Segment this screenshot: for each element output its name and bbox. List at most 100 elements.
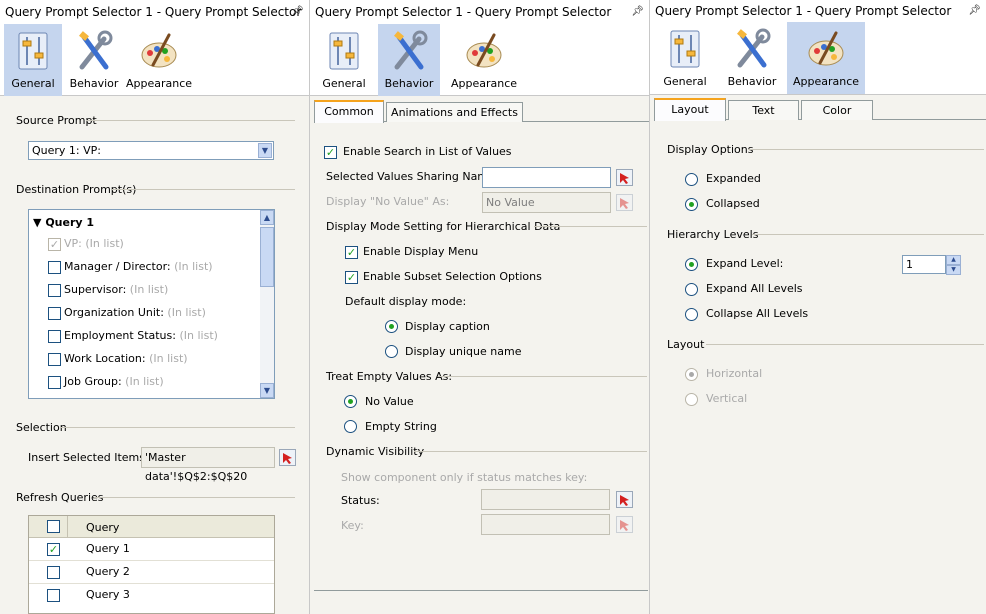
tree-item-suffix: (In list) — [149, 352, 188, 365]
appearance-tab-button[interactable]: Appearance — [448, 24, 520, 96]
display-unique-name-radio[interactable] — [385, 345, 398, 358]
expand-level-stepper[interactable]: ▲ ▼ — [946, 255, 961, 275]
insert-range-field[interactable]: 'Master data'!$Q$2:$Q$20 — [141, 447, 275, 483]
expand-all-levels-radio[interactable] — [685, 283, 698, 296]
behavior-tab-button[interactable]: Behavior — [66, 24, 122, 96]
tree-item[interactable]: Manager / Director: (In list) — [64, 260, 213, 273]
tab-layout[interactable]: Layout — [654, 98, 726, 121]
enable-subset-checkbox[interactable]: ✓ — [345, 271, 358, 284]
pin-icon[interactable]: 📌︎ — [291, 0, 304, 24]
tree-item[interactable]: Supervisor: (In list) — [64, 283, 168, 296]
sharing-name-input[interactable] — [482, 167, 611, 188]
sharing-name-picker-button[interactable] — [616, 169, 633, 186]
column-divider — [67, 516, 68, 538]
pin-icon[interactable]: 📌︎ — [968, 0, 981, 22]
query-row-checkbox[interactable] — [47, 566, 60, 579]
tree-item-suffix: (In list) — [167, 306, 206, 319]
scroll-thumb[interactable] — [260, 227, 274, 287]
empty-string-label: Empty String — [365, 420, 437, 433]
tree-item-checkbox[interactable] — [48, 284, 61, 297]
tree-group-query-1[interactable]: ▼ Query 1 — [33, 216, 94, 229]
insert-selected-items-label: Insert Selected Items: — [28, 451, 149, 464]
query-row-checkbox[interactable]: ✓ — [47, 543, 60, 556]
scroll-up-icon[interactable]: ▲ — [260, 210, 274, 225]
tree-item[interactable]: Job Group: (In list) — [64, 375, 164, 388]
no-value-input[interactable]: No Value — [482, 192, 611, 213]
general-tab-button[interactable]: General — [4, 24, 62, 96]
display-caption-label: Display caption — [405, 320, 490, 333]
status-input[interactable] — [481, 489, 610, 510]
status-label: Status: — [341, 494, 380, 507]
scroll-down-icon[interactable]: ▼ — [260, 383, 274, 398]
behavior-label: Behavior — [727, 75, 777, 88]
appearance-tab-button[interactable]: Appearance — [126, 24, 192, 96]
destination-prompts-tree: ▼ Query 1 ✓ VP: (In list) Manager / Direct… — [28, 209, 275, 399]
tree-scrollbar[interactable]: ▲ ▼ — [260, 210, 274, 398]
chevron-down-icon[interactable]: ▼ — [946, 265, 961, 275]
key-input[interactable] — [481, 514, 610, 535]
general-label: General — [663, 75, 707, 88]
select-all-checkbox[interactable] — [47, 520, 60, 533]
hierarchical-data-heading: Display Mode Setting for Hierarchical Da… — [326, 220, 561, 233]
cell-picker-icon — [620, 173, 629, 184]
collapsed-radio[interactable] — [685, 198, 698, 211]
display-caption-radio[interactable] — [385, 320, 398, 333]
tab-color[interactable]: Color — [801, 100, 873, 120]
appearance-tab-button[interactable]: Appearance — [787, 22, 865, 94]
tree-item-label: Job Group: — [64, 375, 122, 388]
tab-common[interactable]: Common — [314, 100, 384, 123]
section-divider — [748, 149, 984, 150]
tab-text[interactable]: Text — [728, 100, 799, 120]
empty-string-radio[interactable] — [344, 420, 357, 433]
section-divider — [414, 451, 647, 452]
property-toolbar: General Behavior Appearance — [0, 24, 309, 96]
general-tab-button[interactable]: General — [658, 22, 712, 94]
enable-search-checkbox[interactable]: ✓ — [324, 146, 337, 159]
refresh-queries-heading: Refresh Queries — [16, 491, 104, 504]
panel-title-bar: Query Prompt Selector 1 - Query Prompt S… — [310, 0, 649, 24]
tree-item-checkbox[interactable] — [48, 353, 61, 366]
behavior-tab-button[interactable]: Behavior — [724, 22, 780, 94]
general-content: Source Prompt Query 1: VP: ▼ Destination… — [0, 97, 309, 614]
behavior-tab-button[interactable]: Behavior — [378, 24, 440, 96]
expand-triangle-icon[interactable]: ▼ — [33, 216, 41, 229]
chevron-down-icon[interactable]: ▼ — [258, 143, 272, 158]
general-icon — [18, 32, 48, 70]
tab-animations-and-effects[interactable]: Animations and Effects — [386, 102, 523, 122]
no-value-picker-button[interactable] — [616, 194, 633, 211]
expanded-radio[interactable] — [685, 173, 698, 186]
tree-item-checkbox[interactable] — [48, 261, 61, 274]
tree-item-checkbox[interactable] — [48, 330, 61, 343]
expand-level-input[interactable]: 1 — [902, 255, 946, 274]
expand-level-label: Expand Level: — [706, 257, 784, 270]
tree-item-label: Supervisor: — [64, 283, 127, 296]
key-picker-button[interactable] — [616, 516, 633, 533]
enable-display-menu-checkbox[interactable]: ✓ — [345, 246, 358, 259]
general-tab-button[interactable]: General — [316, 24, 372, 96]
tree-item[interactable]: VP: (In list) — [64, 237, 124, 250]
dynamic-visibility-hint: Show component only if status matches ke… — [341, 471, 588, 484]
enable-subset-label: Enable Subset Selection Options — [363, 270, 542, 283]
tab-page-bottom-border — [314, 590, 648, 591]
tree-item[interactable]: Employment Status: (In list) — [64, 329, 218, 342]
expand-level-radio[interactable] — [685, 258, 698, 271]
vertical-radio[interactable] — [685, 393, 698, 406]
query-row-checkbox[interactable] — [47, 589, 60, 602]
status-picker-button[interactable] — [616, 491, 633, 508]
panel-title: Query Prompt Selector 1 - Query Prompt S… — [315, 5, 612, 19]
source-prompt-select[interactable]: Query 1: VP: ▼ — [28, 141, 274, 160]
tree-item[interactable]: Work Location: (In list) — [64, 352, 188, 365]
cell-selector-button[interactable] — [279, 449, 296, 466]
tree-item-checkbox[interactable]: ✓ — [48, 238, 61, 251]
horizontal-radio[interactable] — [685, 368, 698, 381]
tree-item[interactable]: Organization Unit: (In list) — [64, 306, 206, 319]
chevron-up-icon[interactable]: ▲ — [946, 255, 961, 265]
property-toolbar: General Behavior Appearance — [310, 24, 649, 96]
tree-item-checkbox[interactable] — [48, 376, 61, 389]
source-prompt-value: Query 1: VP: — [32, 144, 101, 157]
pin-icon[interactable]: 📌︎ — [631, 0, 644, 24]
tree-item-checkbox[interactable] — [48, 307, 61, 320]
empty-no-value-label: No Value — [365, 395, 414, 408]
empty-no-value-radio[interactable] — [344, 395, 357, 408]
collapse-all-levels-radio[interactable] — [685, 308, 698, 321]
